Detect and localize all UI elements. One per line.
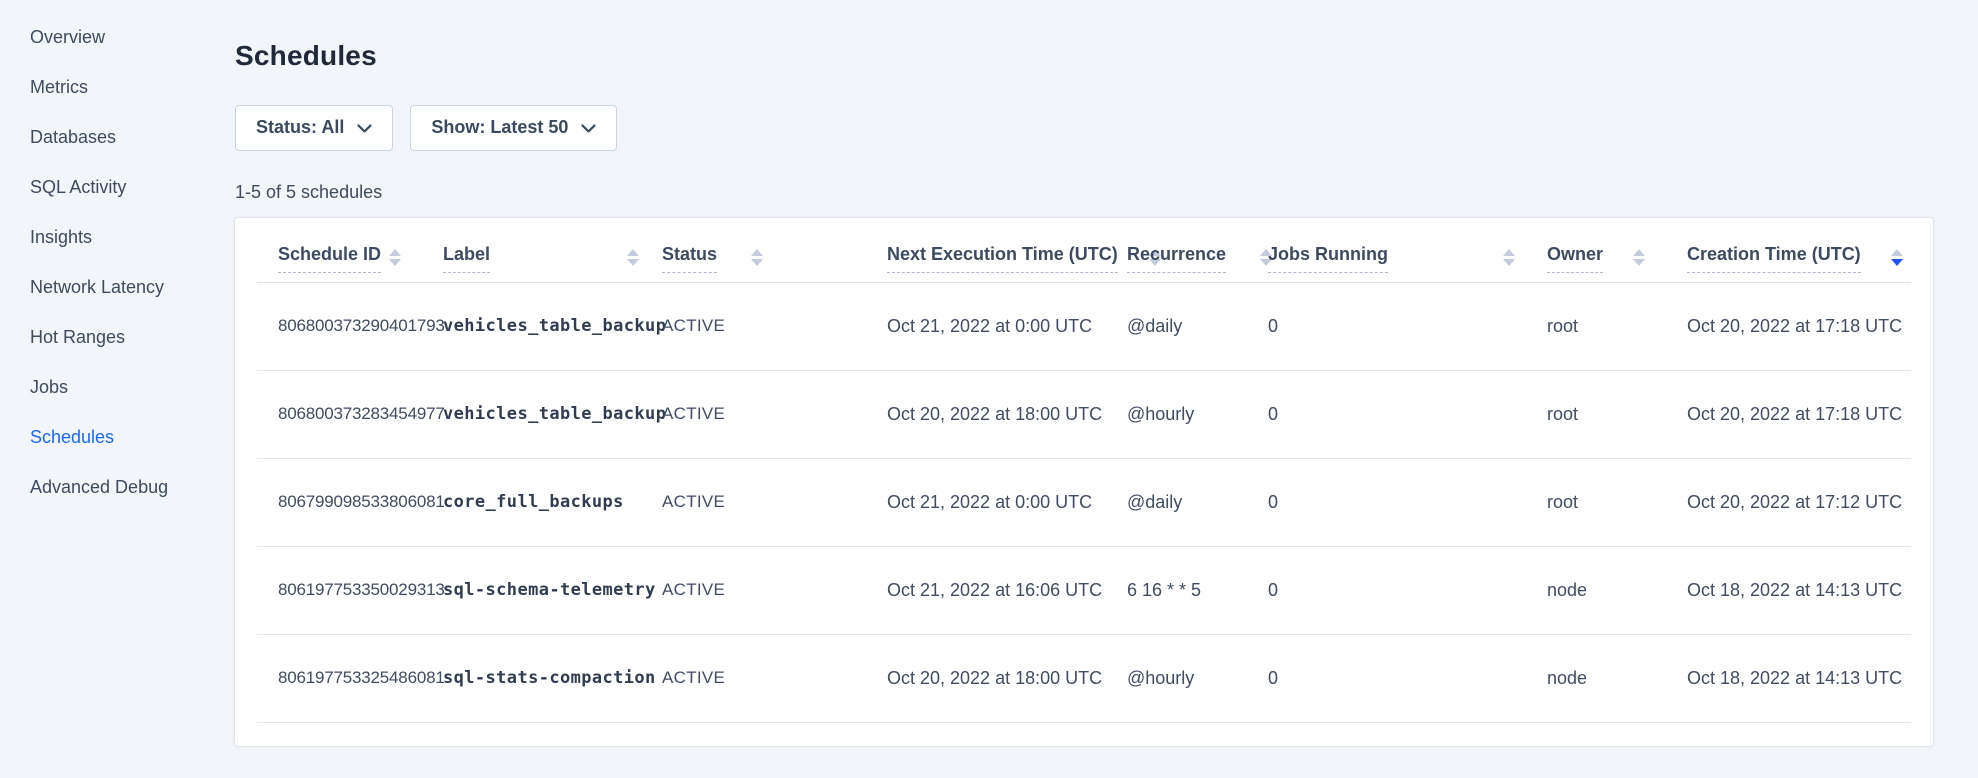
cell-next-execution-time-utc: Oct 20, 2022 at 18:00 UTC [887,404,1127,425]
page-title: Schedules [235,40,1978,72]
table-row: 806799098533806081core_full_backupsACTIV… [257,459,1911,547]
filter-bar: Status: All Show: Latest 50 [235,105,1978,151]
column-header-label: Next Execution Time (UTC) [887,244,1118,273]
column-header-label: Schedule ID [278,244,381,273]
cell-status: ACTIVE [662,580,887,600]
cell-owner: root [1547,492,1687,513]
sidebar-item-sql-activity[interactable]: SQL Activity [30,177,232,227]
table-header-row: Schedule ID Label Status Next Execution Tim… [257,218,1911,283]
cell-recurrence: @daily [1127,492,1268,513]
column-header-jobs-running[interactable]: Jobs Running [1268,218,1547,282]
cell-status: ACTIVE [662,668,887,688]
main-content: Schedules Status: All Show: Latest 50 1-… [235,0,1978,746]
sort-arrows-icon [751,249,763,266]
status-filter-label: Status: All [256,117,344,138]
table-row: 806800373283454977vehicles_table_backupA… [257,371,1911,459]
table-row: 806197753325486081sql-stats-compactionAC… [257,635,1911,723]
column-header-creation-time-utc[interactable]: Creation Time (UTC) [1687,218,1911,282]
cell-recurrence: 6 16 * * 5 [1127,580,1268,601]
cell-label: sql-schema-telemetry [443,580,662,600]
cell-schedule-id: 806800373283454977 [257,404,443,424]
cell-status: ACTIVE [662,316,887,336]
column-header-label: Label [443,244,490,273]
sidebar-item-overview[interactable]: Overview [30,27,232,77]
cell-owner: node [1547,580,1687,601]
sidebar-item-metrics[interactable]: Metrics [30,77,232,127]
cell-jobs-running: 0 [1268,492,1547,513]
cell-next-execution-time-utc: Oct 21, 2022 at 0:00 UTC [887,316,1127,337]
column-header-status[interactable]: Status [662,218,887,282]
column-header-owner[interactable]: Owner [1547,218,1687,282]
sidebar-item-databases[interactable]: Databases [30,127,232,177]
column-header-label: Creation Time (UTC) [1687,244,1861,273]
column-header-label: Recurrence [1127,244,1226,273]
sort-arrows-icon [1633,249,1645,266]
cell-schedule-id: 806197753350029313 [257,580,443,600]
sort-arrows-icon [1891,249,1903,266]
cell-schedule-id: 806197753325486081 [257,668,443,688]
sort-arrows-icon [389,249,401,266]
table-row: 806800373290401793vehicles_table_backupA… [257,283,1911,371]
cell-recurrence: @hourly [1127,668,1268,689]
cell-creation-time-utc: Oct 20, 2022 at 17:18 UTC [1687,316,1911,337]
cell-creation-time-utc: Oct 18, 2022 at 14:13 UTC [1687,580,1911,601]
sort-arrows-icon [1503,249,1515,266]
cell-recurrence: @daily [1127,316,1268,337]
chevron-down-icon [357,124,372,133]
app-sidebar: OverviewMetricsDatabasesSQL ActivityInsi… [0,0,232,778]
cell-label: vehicles_table_backup [443,404,662,424]
table-row: 806197753350029313sql-schema-telemetryAC… [257,547,1911,635]
cell-status: ACTIVE [662,492,887,512]
column-header-schedule-id[interactable]: Schedule ID [257,218,443,282]
cell-creation-time-utc: Oct 18, 2022 at 14:13 UTC [1687,668,1911,689]
cell-owner: root [1547,316,1687,337]
schedules-table-card: Schedule ID Label Status Next Execution Tim… [235,218,1933,746]
column-header-label: Status [662,244,717,273]
cell-creation-time-utc: Oct 20, 2022 at 17:12 UTC [1687,492,1911,513]
cell-status: ACTIVE [662,404,887,424]
cell-owner: root [1547,404,1687,425]
table-body: 806800373290401793vehicles_table_backupA… [257,283,1911,723]
cell-jobs-running: 0 [1268,668,1547,689]
cell-jobs-running: 0 [1268,580,1547,601]
column-header-next-execution-time-utc[interactable]: Next Execution Time (UTC) [887,218,1127,282]
sidebar-item-schedules[interactable]: Schedules [30,427,232,477]
cell-next-execution-time-utc: Oct 21, 2022 at 16:06 UTC [887,580,1127,601]
cell-next-execution-time-utc: Oct 21, 2022 at 0:00 UTC [887,492,1127,513]
sidebar-item-insights[interactable]: Insights [30,227,232,277]
sort-arrows-icon [627,249,639,266]
cell-jobs-running: 0 [1268,404,1547,425]
cell-label: core_full_backups [443,492,662,512]
column-header-label[interactable]: Label [443,218,662,282]
cell-schedule-id: 806800373290401793 [257,316,443,336]
show-filter-dropdown[interactable]: Show: Latest 50 [410,105,617,151]
results-count: 1-5 of 5 schedules [235,182,1978,203]
sidebar-item-hot-ranges[interactable]: Hot Ranges [30,327,232,377]
show-filter-label: Show: Latest 50 [431,117,568,138]
cell-jobs-running: 0 [1268,316,1547,337]
column-header-label: Jobs Running [1268,244,1388,273]
sidebar-nav-list: OverviewMetricsDatabasesSQL ActivityInsi… [30,27,232,527]
cell-owner: node [1547,668,1687,689]
cell-next-execution-time-utc: Oct 20, 2022 at 18:00 UTC [887,668,1127,689]
chevron-down-icon [581,124,596,133]
cell-label: sql-stats-compaction [443,668,662,688]
cell-schedule-id: 806799098533806081 [257,492,443,512]
column-header-label: Owner [1547,244,1603,273]
column-header-recurrence[interactable]: Recurrence [1127,218,1268,282]
cell-creation-time-utc: Oct 20, 2022 at 17:18 UTC [1687,404,1911,425]
sidebar-item-advanced-debug[interactable]: Advanced Debug [30,477,232,527]
cell-recurrence: @hourly [1127,404,1268,425]
status-filter-dropdown[interactable]: Status: All [235,105,393,151]
cell-label: vehicles_table_backup [443,316,662,336]
sidebar-item-network-latency[interactable]: Network Latency [30,277,232,327]
sidebar-item-jobs[interactable]: Jobs [30,377,232,427]
